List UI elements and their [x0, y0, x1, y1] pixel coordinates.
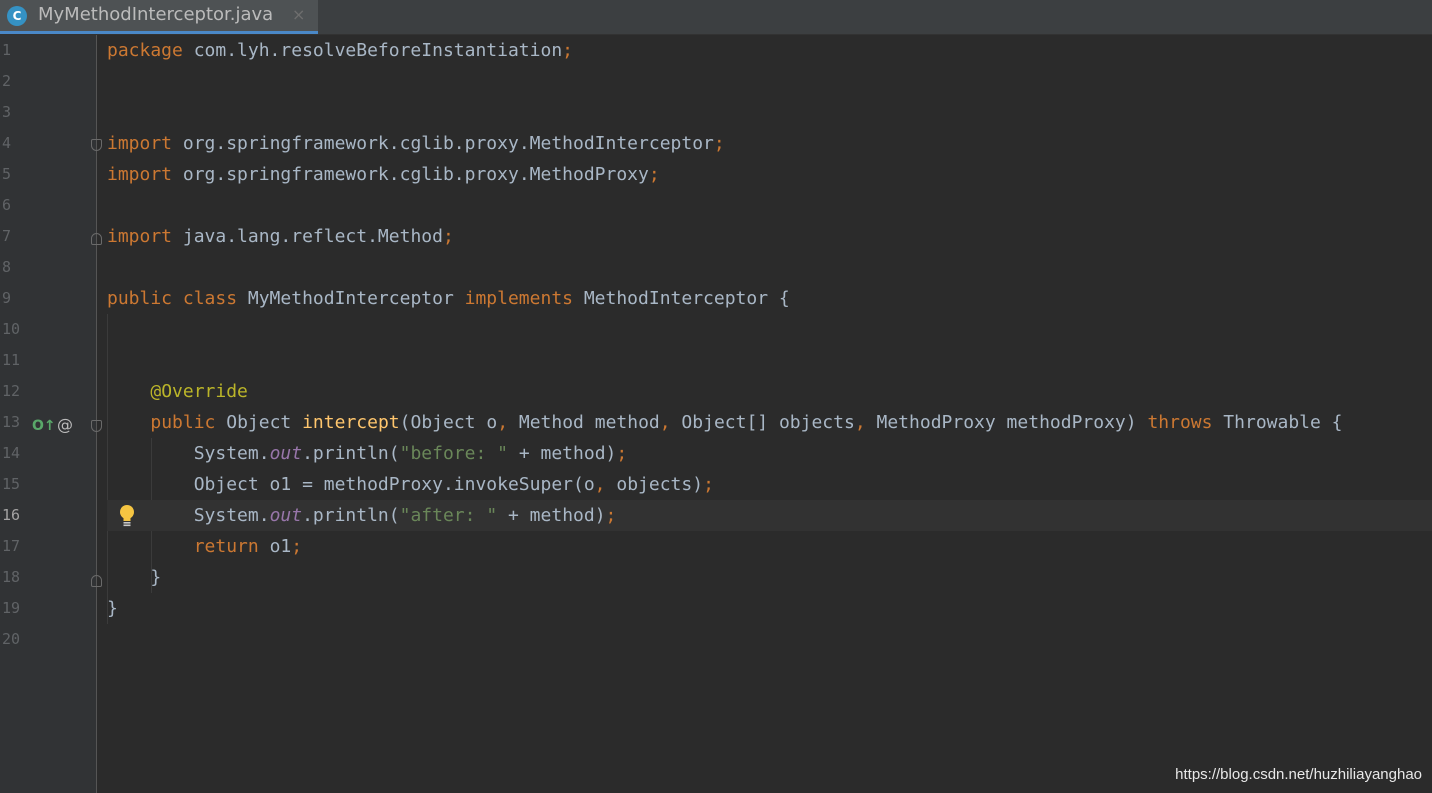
fold-marker-icon[interactable]: [91, 233, 102, 245]
code-text: }: [107, 598, 118, 619]
code-text: }: [150, 567, 162, 588]
keyword: public: [150, 412, 216, 433]
code-editor[interactable]: 1 2 3 4 5 6 7 8 9 10 11 12 13 14 15 16 1…: [0, 35, 1432, 793]
code-text: MethodInterceptor {: [573, 288, 790, 309]
code-text: org.springframework.cglib.proxy.MethodPr…: [172, 164, 649, 185]
code-line-4: import org.springframework.cglib.proxy.M…: [107, 128, 1432, 159]
line-number: 19: [2, 599, 21, 617]
punct: ;: [648, 164, 660, 185]
line-number: 10: [2, 320, 21, 338]
keyword: import: [107, 164, 173, 185]
string-literal: "after: ": [399, 505, 498, 526]
code-line-13: public Object intercept(Object o, Method…: [107, 407, 1432, 438]
code-text: o1: [258, 536, 292, 557]
punct: ;: [442, 226, 454, 247]
code-text: (Object o: [399, 412, 498, 433]
gutter: 1 2 3 4 5 6 7 8 9 10 11 12 13 14 15 16 1…: [0, 35, 97, 793]
code-text: + method): [508, 443, 617, 464]
keyword: import: [107, 133, 173, 154]
code-text: + method): [497, 505, 606, 526]
code-text: objects): [605, 474, 704, 495]
line-number: 3: [2, 103, 12, 121]
fold-marker-icon[interactable]: [91, 139, 102, 151]
current-line-number: 16: [2, 506, 21, 524]
lightbulb-icon[interactable]: [118, 504, 136, 528]
code-text: .println(: [302, 443, 400, 464]
keyword: throws: [1147, 412, 1213, 433]
code-line-9: public class MyMethodInterceptor impleme…: [107, 283, 1432, 314]
punct: ,: [497, 412, 509, 433]
code-text: System.: [193, 443, 270, 464]
watermark: https://blog.csdn.net/huzhiliayanghao: [1175, 766, 1422, 783]
class-name: MyMethodInterceptor: [237, 288, 465, 309]
code-line-12: @Override: [107, 376, 1432, 407]
code-text: System.: [193, 505, 270, 526]
code-text: Method method: [508, 412, 660, 433]
line-number: 20: [2, 630, 21, 648]
line-number: 8: [2, 258, 12, 276]
tab-title: MyMethodInterceptor.java: [38, 4, 274, 25]
java-class-icon: C: [7, 6, 27, 26]
line-number: 15: [2, 475, 21, 493]
fold-marker-icon[interactable]: [91, 575, 102, 587]
keyword: implements: [464, 288, 573, 309]
line-number: 14: [2, 444, 21, 462]
line-number: 7: [2, 227, 12, 245]
line-number: 9: [2, 289, 12, 307]
punct: ;: [713, 133, 725, 154]
line-number: 4: [2, 134, 12, 152]
punct: ;: [562, 40, 573, 61]
string-literal: "before: ": [399, 443, 508, 464]
line-number: 18: [2, 568, 21, 586]
code-text: Object: [215, 412, 303, 433]
punct: ,: [594, 474, 606, 495]
line-number: 17: [2, 537, 21, 555]
code-line-14: System.out.println("before: " + method);: [107, 438, 1432, 469]
line-number: 12: [2, 382, 21, 400]
code-text: org.springframework.cglib.proxy.MethodIn…: [172, 133, 714, 154]
punct: ,: [854, 412, 866, 433]
annotation-icon[interactable]: @: [57, 415, 73, 435]
code-text: Throwable {: [1212, 412, 1343, 433]
static-field: out: [269, 443, 303, 464]
punct: ;: [703, 474, 714, 495]
keyword: import: [107, 226, 173, 247]
punct: ;: [291, 536, 303, 557]
line-number: 1: [2, 41, 12, 59]
tab-mymethodinterceptor[interactable]: C MyMethodInterceptor.java ×: [0, 0, 318, 34]
annotation: @Override: [150, 381, 248, 402]
code-line-18: }: [107, 562, 1432, 593]
line-number: 13: [2, 413, 21, 431]
fold-marker-icon[interactable]: [91, 420, 102, 432]
keyword: public class: [107, 288, 238, 309]
code-line-16-current: System.out.println("after: " + method);: [107, 500, 1432, 531]
code-text: .println(: [302, 505, 400, 526]
code-line-19: }: [107, 593, 1432, 624]
punct: ;: [616, 443, 628, 464]
close-icon[interactable]: ×: [292, 4, 305, 26]
line-number: 5: [2, 165, 12, 183]
code-area[interactable]: package com.lyh.resolveBeforeInstantiati…: [107, 35, 1432, 793]
keyword: return: [193, 536, 259, 557]
line-number: 2: [2, 72, 12, 90]
code-text: MethodProxy methodProxy): [865, 412, 1148, 433]
override-method-icon[interactable]: O↑: [32, 416, 56, 436]
static-field: out: [269, 505, 303, 526]
code-text: java.lang.reflect.Method: [172, 226, 443, 247]
line-number: 11: [2, 351, 21, 369]
line-number: 6: [2, 196, 12, 214]
code-text: Object[] objects: [670, 412, 855, 433]
code-text: com.lyh.resolveBeforeInstantiation: [182, 40, 563, 61]
method-name: intercept: [302, 412, 400, 433]
code-text: Object o1 = methodProxy.invokeSuper(o: [193, 474, 595, 495]
editor-tab-bar: C MyMethodInterceptor.java ×: [0, 0, 1432, 35]
code-line-17: return o1;: [107, 531, 1432, 562]
code-line-5: import org.springframework.cglib.proxy.M…: [107, 159, 1432, 190]
code-line-15: Object o1 = methodProxy.invokeSuper(o, o…: [107, 469, 1432, 500]
code-line-7: import java.lang.reflect.Method;: [107, 221, 1432, 252]
punct: ,: [659, 412, 671, 433]
punct: ;: [605, 505, 617, 526]
code-line-1: package com.lyh.resolveBeforeInstantiati…: [107, 35, 1432, 66]
keyword: package: [107, 40, 183, 61]
